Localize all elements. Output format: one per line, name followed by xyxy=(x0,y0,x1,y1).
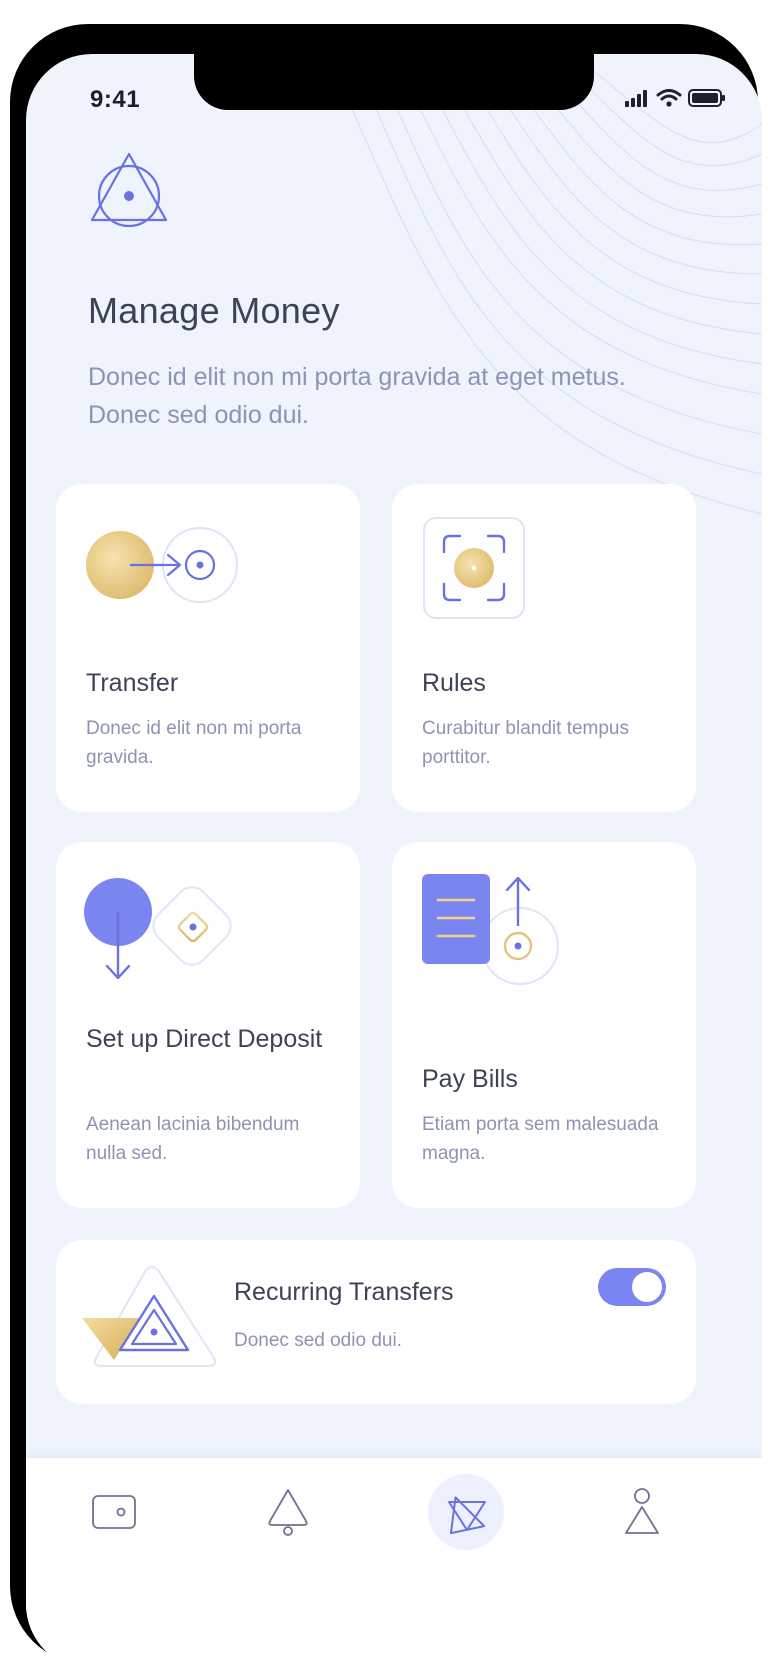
transfer-icon xyxy=(86,527,238,603)
pay-bills-icon xyxy=(422,874,559,985)
direct-deposit-card[interactable]: Set up Direct Deposit Aenean lacinia bib… xyxy=(56,842,360,1208)
app-logo-icon xyxy=(90,152,168,228)
recurring-title: Recurring Transfers xyxy=(234,1278,454,1306)
bell-icon xyxy=(268,1489,308,1536)
recurring-transfers-icon xyxy=(82,1266,217,1367)
pay-bills-card[interactable]: Pay Bills Etiam porta sem malesuada magn… xyxy=(392,842,696,1208)
card-description: Curabitur blandit tempus porttitor. xyxy=(422,718,629,768)
app-screen: 9:41 Manage Money Donec id elit non mi p… xyxy=(26,54,762,1670)
phone-frame: 9:41 Manage Money Donec id elit non mi p… xyxy=(10,24,762,1670)
card-description: Aenean lacinia bibendum nulla sed. xyxy=(86,1114,300,1164)
recurring-transfers-card[interactable]: Recurring Transfers Donec sed odio dui. xyxy=(56,1240,696,1404)
tab-notifications[interactable] xyxy=(250,1474,326,1550)
wallet-icon xyxy=(92,1495,136,1529)
recurring-description: Donec sed odio dui. xyxy=(234,1330,402,1351)
rules-card[interactable]: Rules Curabitur blandit tempus porttitor… xyxy=(392,484,696,812)
page-subtitle: Donec id elit non mi porta gravida at eg… xyxy=(88,363,626,429)
rules-icon xyxy=(423,517,525,619)
page-title: Manage Money xyxy=(88,290,340,331)
recurring-toggle[interactable] xyxy=(598,1268,666,1306)
tab-wallet[interactable] xyxy=(76,1474,152,1550)
status-icons xyxy=(624,88,726,108)
wifi-icon xyxy=(656,89,682,107)
bottom-tab-bar xyxy=(26,1458,762,1670)
card-title: Transfer xyxy=(86,669,179,697)
profile-icon xyxy=(625,1488,659,1534)
card-title: Rules xyxy=(422,669,486,697)
toggle-knob xyxy=(632,1272,662,1302)
card-title: Set up Direct Deposit xyxy=(86,1025,323,1053)
tab-home[interactable] xyxy=(428,1474,504,1550)
tab-profile[interactable] xyxy=(604,1474,680,1550)
card-description: Donec id elit non mi porta gravida. xyxy=(86,718,302,768)
direct-deposit-icon xyxy=(84,878,232,980)
decorative-wave-lines xyxy=(332,54,762,515)
device-notch xyxy=(194,54,594,110)
home-logo-icon xyxy=(448,1496,486,1534)
card-title: Pay Bills xyxy=(422,1065,518,1093)
transfer-card[interactable]: Transfer Donec id elit non mi porta grav… xyxy=(56,484,360,812)
status-time: 9:41 xyxy=(90,86,141,113)
battery-icon xyxy=(688,89,725,107)
card-description: Etiam porta sem malesuada magna. xyxy=(422,1114,659,1164)
signal-icon xyxy=(625,90,647,107)
